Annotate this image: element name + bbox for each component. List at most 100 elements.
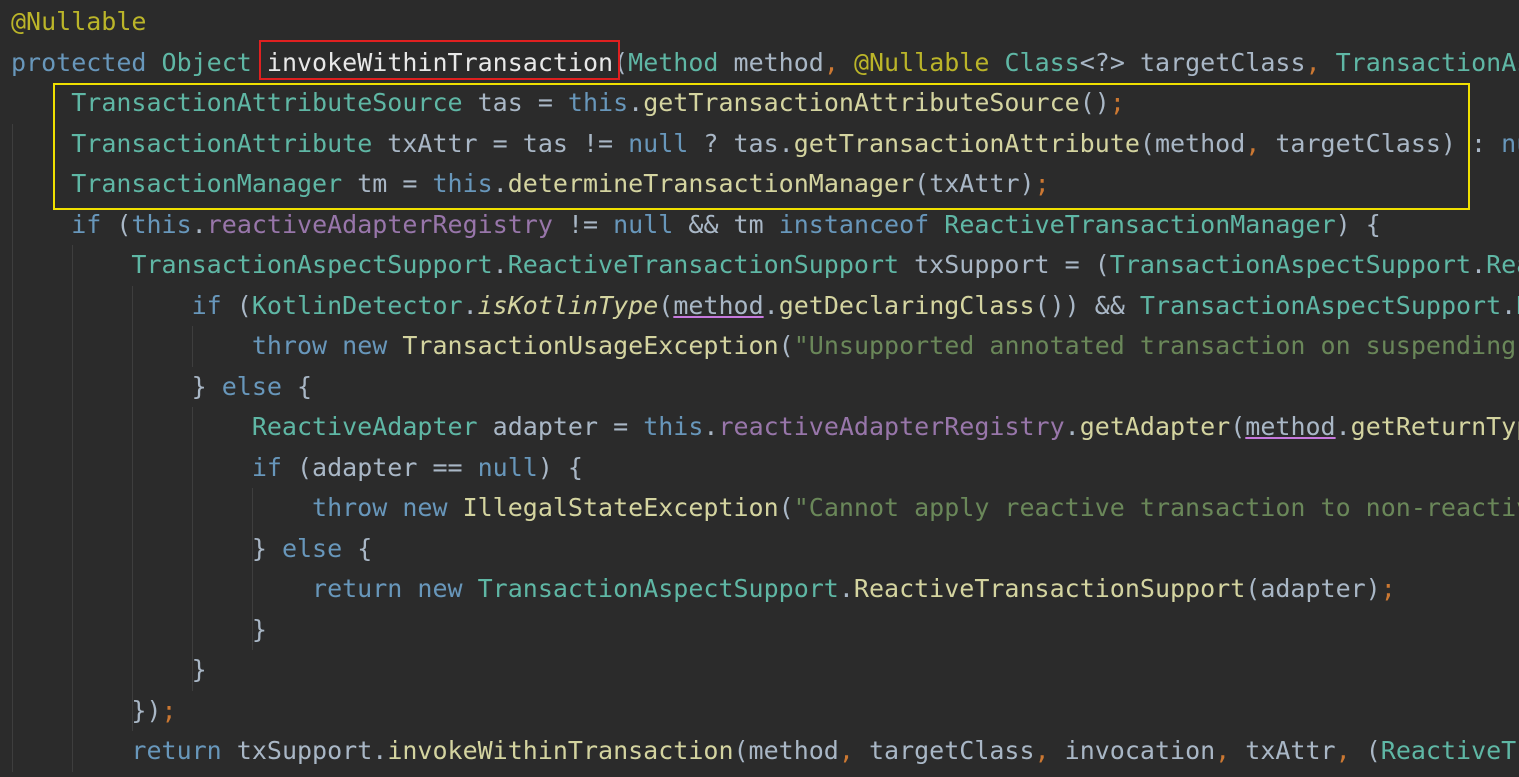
code-token: method: [1245, 412, 1336, 441]
code-token: TransactionAspectSupport: [1139, 290, 1502, 320]
code-line[interactable]: return txSupport.invokeWithinTransaction…: [11, 731, 1519, 771]
code-line[interactable]: if (this.reactiveAdapterRegistry != null…: [11, 205, 1381, 245]
code-token: getAdapter: [1079, 412, 1231, 441]
code-token: (: [221, 290, 252, 320]
code-token: TransactionAttributeSource: [71, 88, 463, 117]
code-token: invocation: [1064, 736, 1216, 765]
code-token: null: [628, 128, 689, 158]
code-token: Class: [1004, 47, 1080, 77]
code-line[interactable]: } else {: [11, 367, 312, 407]
code-token: .: [492, 250, 508, 279]
code-token: .: [628, 88, 644, 117]
code-token: TransactionAttribute: [71, 128, 373, 158]
code-line[interactable]: }: [11, 610, 267, 650]
code-token: ()) &&: [1034, 290, 1140, 320]
code-line[interactable]: TransactionAttribute txAttr = tas != nul…: [11, 124, 1519, 164]
code-token: new: [342, 331, 388, 360]
code-token: .: [492, 169, 508, 198]
code-token: if: [251, 452, 282, 482]
code-token: }): [11, 695, 162, 725]
code-token: ,: [838, 736, 869, 765]
code-token: isKotlinType: [477, 290, 659, 320]
code-token: (): [1079, 88, 1110, 117]
code-token: (adapter ==: [281, 452, 478, 482]
code-token: .: [703, 412, 719, 441]
code-line[interactable]: @Nullable: [11, 2, 146, 42]
code-token: "Cannot apply reactive transaction to no…: [793, 493, 1519, 522]
code-token: @Nullable: [11, 7, 147, 36]
code-token: return: [312, 574, 403, 603]
code-token: (: [1230, 412, 1246, 441]
code-token: ;: [161, 695, 177, 725]
code-token: .: [1471, 250, 1487, 279]
code-token: nu: [1501, 128, 1519, 158]
code-line[interactable]: } else {: [11, 529, 372, 569]
code-line[interactable]: TransactionManager tm = this.determineTr…: [11, 164, 1050, 204]
code-token: .: [1335, 412, 1351, 441]
code-token: ;: [1034, 169, 1050, 198]
code-token: }: [11, 655, 207, 684]
code-token: TransactionAspectSupport: [131, 250, 493, 279]
code-token: txSupport = (: [899, 250, 1110, 279]
code-token: ,: [1335, 736, 1366, 765]
code-line[interactable]: }: [11, 650, 207, 690]
code-line[interactable]: throw new TransactionUsageException("Uns…: [11, 326, 1516, 366]
code-line[interactable]: return new TransactionAspectSupport.Reac…: [11, 569, 1396, 609]
code-token: (: [778, 493, 794, 522]
code-token: .: [763, 290, 779, 320]
code-token: ReactiveTransactionSupport: [853, 574, 1246, 603]
code-token: ,: [1034, 736, 1065, 765]
code-editor[interactable]: @Nullable protected Object invokeWithinTr…: [0, 0, 1519, 777]
code-token: ) {: [537, 452, 583, 482]
code-line[interactable]: if (adapter == null) {: [11, 448, 583, 488]
code-line[interactable]: ReactiveAdapter adapter = this.reactiveA…: [11, 407, 1519, 447]
code-token: (: [1365, 736, 1381, 765]
code-token: }: [11, 371, 222, 401]
code-line[interactable]: TransactionAspectSupport.ReactiveTransac…: [11, 245, 1519, 285]
code-token: (adapter): [1245, 574, 1381, 603]
code-line[interactable]: protected Object invokeWithinTransaction…: [11, 43, 1519, 83]
code-token: reactiveAdapterRegistry: [718, 412, 1065, 441]
code-token: ? tas.: [688, 128, 794, 158]
code-token: else: [281, 533, 343, 563]
code-line[interactable]: TransactionAttributeSource tas = this.ge…: [11, 83, 1125, 123]
code-token: tas =: [462, 88, 568, 117]
code-token: invokeWithinTransaction: [266, 47, 614, 77]
code-token: getTransactionAttribute: [793, 128, 1140, 158]
code-token: <?> targetClass: [1079, 47, 1306, 77]
code-line[interactable]: throw new IllegalStateException("Cannot …: [11, 488, 1519, 528]
code-token: ;: [1109, 88, 1125, 117]
code-token: ;: [1380, 574, 1396, 603]
code-token: else: [221, 371, 282, 401]
code-token: txAttr: [1245, 736, 1336, 765]
code-token: TransactionManager: [71, 169, 343, 198]
code-token: method: [673, 290, 764, 320]
code-token: txSupport.: [221, 736, 388, 765]
code-token: .: [838, 574, 854, 603]
code-line[interactable]: });: [11, 691, 177, 731]
code-token: protected: [11, 47, 147, 77]
code-token: TransactionAspectSupport: [1109, 250, 1472, 279]
code-line[interactable]: if (KotlinDetector.isKotlinType(method.g…: [11, 286, 1519, 326]
code-token: ,: [1245, 128, 1276, 158]
code-token: tm =: [342, 169, 433, 198]
code-token: adapter =: [477, 412, 644, 441]
code-token: TransactionUsageException: [402, 331, 779, 360]
code-token: instanceof: [778, 209, 930, 239]
code-token: TransactionAspectSupport: [477, 574, 839, 603]
code-token: {: [342, 533, 373, 563]
code-token: null: [613, 209, 674, 239]
